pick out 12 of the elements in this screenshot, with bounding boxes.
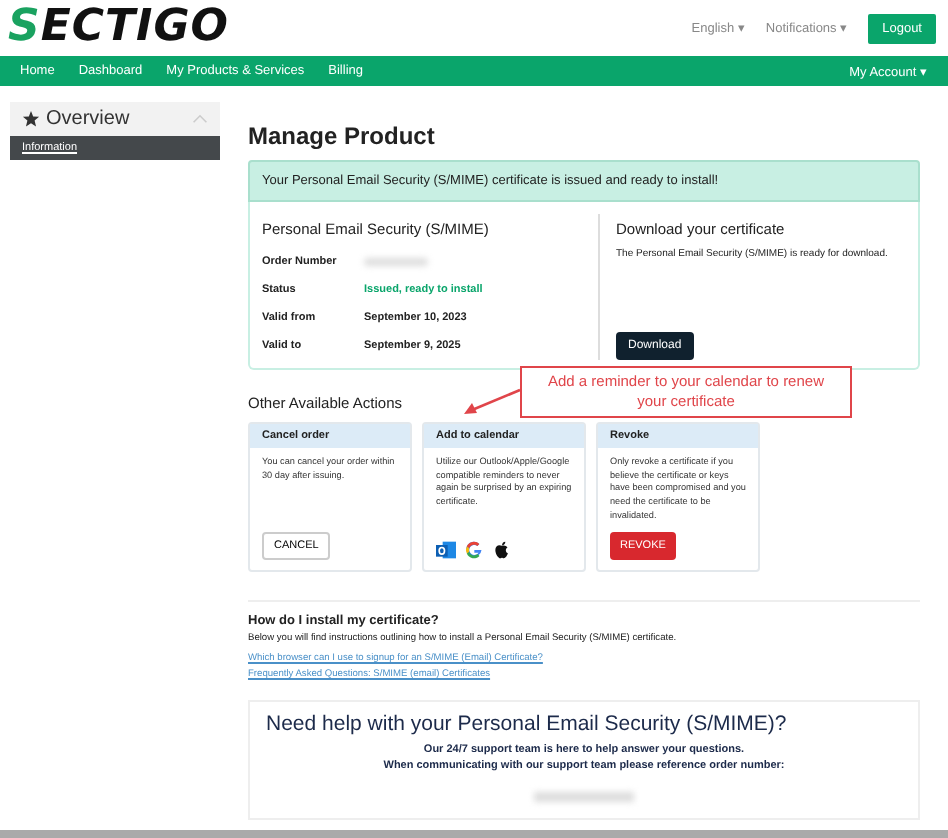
blurred-value (534, 792, 634, 802)
star-icon (22, 110, 40, 128)
outlook-icon[interactable] (436, 540, 456, 560)
apple-icon[interactable] (492, 540, 512, 560)
help-title: Need help with your Personal Email Security (S/MIME)? (266, 712, 789, 736)
annotation-arrow (462, 388, 522, 416)
sidebar-header[interactable]: Overview (10, 102, 220, 136)
chevron-up-icon (192, 114, 208, 124)
logo: SECTIGO (8, 6, 229, 50)
google-icon[interactable] (464, 540, 484, 560)
page-title: Manage Product (248, 122, 437, 150)
sidebar-title: Overview (46, 108, 130, 130)
